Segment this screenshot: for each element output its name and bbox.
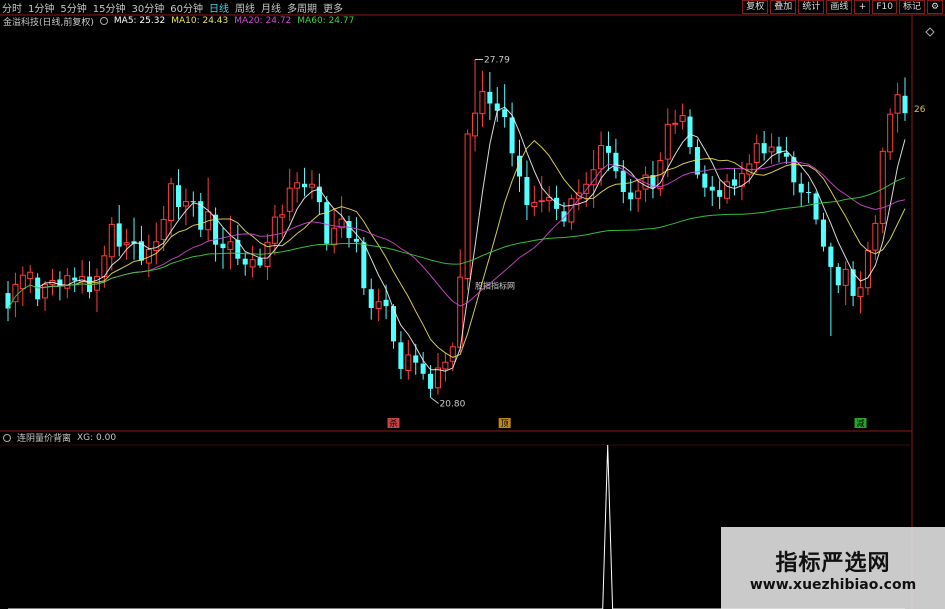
ma5-line — [37, 106, 906, 372]
candle-body — [420, 363, 426, 374]
candle-body — [331, 227, 338, 246]
candle-body — [672, 122, 679, 125]
candle-body — [842, 268, 849, 286]
candle-body — [383, 299, 389, 307]
candle-body — [449, 346, 456, 362]
candle-body — [531, 202, 538, 207]
candle-body — [375, 301, 382, 310]
candle-body — [783, 152, 789, 157]
right-price-label: 26 — [914, 105, 926, 115]
candle-body — [413, 355, 419, 363]
candle-body — [717, 190, 723, 197]
low-label: 20.80 — [440, 399, 466, 409]
candle-body — [72, 277, 78, 281]
candle-body — [116, 223, 122, 247]
candle-body — [405, 354, 412, 371]
candle-body — [368, 289, 374, 309]
candle-body — [538, 200, 545, 203]
candle-body — [123, 242, 130, 246]
candle-body — [249, 259, 256, 268]
candle-body — [902, 95, 908, 114]
candle-body — [398, 342, 404, 369]
candle-body — [613, 152, 619, 172]
candle-body — [664, 123, 671, 160]
candle-body — [442, 361, 449, 370]
candle-body — [620, 170, 626, 192]
high-label: 27.79 — [484, 55, 510, 65]
candle-body — [294, 182, 301, 189]
candle-body — [798, 183, 804, 193]
candle-body — [872, 222, 879, 251]
candle-body — [308, 183, 315, 188]
candle-body — [731, 179, 738, 186]
candle-body — [694, 147, 700, 175]
candle-body — [257, 258, 263, 266]
candle-body — [768, 146, 775, 153]
candle-body — [19, 274, 26, 290]
candle-body — [42, 283, 49, 299]
ma10-line — [37, 140, 906, 358]
candle-body — [709, 186, 715, 191]
watermark-url: www.xuezhibiao.com — [749, 577, 917, 593]
candle-body — [27, 271, 34, 280]
kline-chart[interactable]: 27.79 20.80 股指指标网 26 杀 顶 减 — [0, 0, 945, 609]
candle-body — [168, 183, 175, 222]
candle-body — [160, 219, 167, 240]
signal-marker-label: 杀 — [389, 418, 397, 428]
candle-body — [434, 367, 441, 389]
candle-body — [286, 187, 293, 212]
candle-body — [605, 146, 611, 153]
candle-body — [35, 277, 41, 300]
candle-body — [361, 242, 367, 289]
candle-body — [271, 216, 278, 244]
candle-body — [864, 249, 871, 289]
candle-body — [324, 202, 330, 244]
candle-body — [64, 275, 71, 289]
watermark: 指标严选网 www.xuezhibiao.com — [721, 527, 945, 609]
candle-body — [894, 94, 901, 114]
candle-body — [279, 214, 286, 218]
candle-body — [242, 258, 248, 265]
candle-body — [57, 279, 63, 287]
candle-body — [828, 246, 834, 267]
candle-body — [190, 201, 196, 203]
candle-body — [687, 116, 693, 148]
low-pointer — [430, 397, 439, 404]
candle-body — [182, 201, 189, 207]
signal-marker-label: 减 — [857, 418, 865, 428]
candle-body — [302, 183, 308, 188]
candle-body — [108, 223, 115, 258]
candle-body — [464, 133, 471, 280]
candle-body — [887, 113, 894, 153]
candle-body — [524, 176, 530, 206]
candle-body — [753, 143, 760, 163]
candle-body — [635, 190, 642, 199]
candle-body — [487, 91, 493, 104]
candle-body — [472, 112, 479, 137]
candle-body — [857, 287, 864, 297]
candle-body — [479, 90, 486, 115]
diamond-icon — [925, 27, 935, 37]
candle-body — [390, 306, 397, 342]
candle-body — [679, 115, 686, 122]
candle-body — [598, 145, 605, 170]
candle-body — [702, 173, 708, 188]
signal-marker-label: 顶 — [501, 419, 509, 428]
candle-body — [761, 143, 767, 154]
candle-body — [509, 117, 515, 154]
candle-body — [353, 238, 359, 242]
watermark-title: 指标严选网 — [775, 551, 891, 576]
candle-body — [428, 373, 434, 389]
candle-body — [820, 219, 826, 247]
candle-body — [175, 185, 182, 207]
candle-body — [220, 243, 226, 249]
annotation-label: 股指指标网 — [475, 281, 515, 291]
ma20-line — [37, 161, 906, 307]
candle-body — [502, 109, 508, 118]
candle-body — [806, 191, 812, 193]
candle-body — [227, 241, 234, 251]
candle-body — [813, 193, 819, 220]
candle-body — [628, 192, 634, 200]
candle-body — [835, 266, 841, 286]
